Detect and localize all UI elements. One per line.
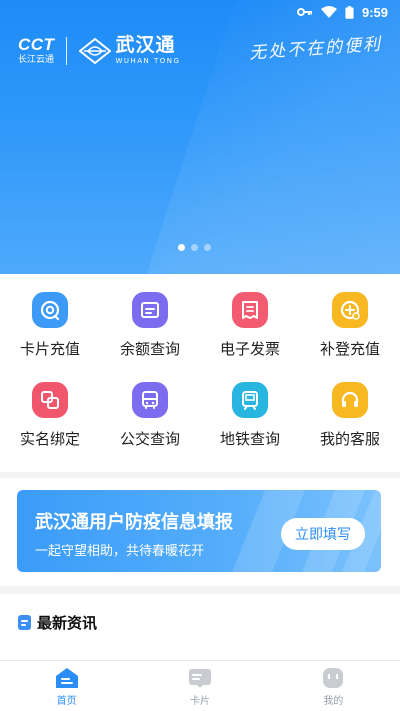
news-header[interactable]: 最新资讯: [18, 612, 97, 633]
carousel-dot[interactable]: [191, 244, 198, 251]
grid-item-bus-query[interactable]: 公交查询: [100, 382, 200, 472]
grid-item-topup-register[interactable]: 补登充值: [300, 292, 400, 382]
grid-item-metro-query[interactable]: 地铁查询: [200, 382, 300, 472]
bus-query-icon: [132, 382, 168, 418]
profile-icon: [321, 667, 345, 689]
grid-label: 地铁查询: [219, 430, 280, 448]
key-icon: [296, 8, 312, 16]
app-screen: 9:59 CCT 长江云通 武汉通 WUHAN TONG 无处不在的便利 卡片充…: [0, 0, 400, 711]
grid-item-e-invoice[interactable]: 电子发票: [200, 292, 300, 382]
grid-label: 我的客服: [319, 430, 380, 448]
promo-subtitle: 一起守望相助，共待春暖花开: [35, 544, 205, 559]
nav-label: 我的: [323, 696, 344, 707]
brand-cn: 武汉通: [115, 34, 176, 56]
brand-en: WUHAN TONG: [115, 57, 181, 65]
service-grid: 卡片充值 余额查询 电子发票 补登充值 实名绑定 公交查询 地铁查询 我的客服: [0, 274, 400, 472]
hero-banner[interactable]: 9:59 CCT 长江云通 武汉通 WUHAN TONG 无处不在的便利: [0, 0, 400, 274]
news-icon: [18, 615, 31, 630]
grid-item-balance-query[interactable]: 余额查询: [100, 292, 200, 382]
card-icon: [188, 667, 212, 689]
nav-home[interactable]: 首页: [0, 661, 133, 711]
wuhantong-logo-icon: [79, 37, 112, 64]
carousel-dot[interactable]: [204, 244, 211, 251]
grid-item-customer-service[interactable]: 我的客服: [300, 382, 400, 472]
grid-label: 公交查询: [119, 430, 180, 448]
wuhantong-wordmark: 武汉通 WUHAN TONG: [115, 36, 180, 65]
grid-label: 实名绑定: [19, 430, 80, 448]
grid-label: 补登充值: [319, 340, 380, 358]
brand-divider: [66, 36, 68, 65]
status-bar: 9:59: [0, 0, 400, 24]
bottom-navigation: 首页 卡片 我的: [0, 660, 400, 711]
nav-profile[interactable]: 我的: [267, 661, 400, 711]
carousel-dot[interactable]: [178, 244, 185, 251]
promo-title: 武汉通用户防疫信息填报: [35, 512, 233, 533]
news-section: 最新资讯: [0, 594, 400, 660]
nav-label: 卡片: [189, 696, 210, 707]
cct-subtitle: 长江云通: [18, 55, 55, 65]
realname-bind-icon: [32, 382, 68, 418]
wifi-icon: [320, 6, 337, 18]
grid-label: 电子发票: [219, 340, 280, 358]
grid-label: 余额查询: [119, 340, 180, 358]
battery-icon: [345, 5, 354, 19]
balance-query-icon: [132, 292, 168, 328]
promo-banner[interactable]: 武汉通用户防疫信息填报 一起守望相助，共待春暖花开 立即填写: [17, 490, 381, 572]
status-time: 9:59: [361, 4, 388, 20]
promo-section: 武汉通用户防疫信息填报 一起守望相助，共待春暖花开 立即填写: [0, 478, 400, 586]
topup-register-icon: [332, 292, 368, 328]
cct-logo: CCT 长江云通: [18, 36, 54, 65]
grid-item-card-recharge[interactable]: 卡片充值: [0, 292, 100, 382]
nav-card[interactable]: 卡片: [133, 661, 266, 711]
metro-query-icon: [232, 382, 268, 418]
grid-item-realname-bind[interactable]: 实名绑定: [0, 382, 100, 472]
grid-label: 卡片充值: [19, 340, 80, 358]
home-icon: [55, 667, 79, 689]
cct-title: CCT: [18, 35, 55, 54]
customer-service-icon: [332, 382, 368, 418]
e-invoice-icon: [232, 292, 268, 328]
carousel-indicator[interactable]: [178, 244, 211, 251]
card-recharge-icon: [32, 292, 68, 328]
nav-label: 首页: [56, 696, 77, 707]
fill-now-button[interactable]: 立即填写: [281, 518, 365, 550]
brand-logo-row: CCT 长江云通 武汉通 WUHAN TONG: [18, 36, 180, 65]
news-title: 最新资讯: [37, 614, 98, 632]
